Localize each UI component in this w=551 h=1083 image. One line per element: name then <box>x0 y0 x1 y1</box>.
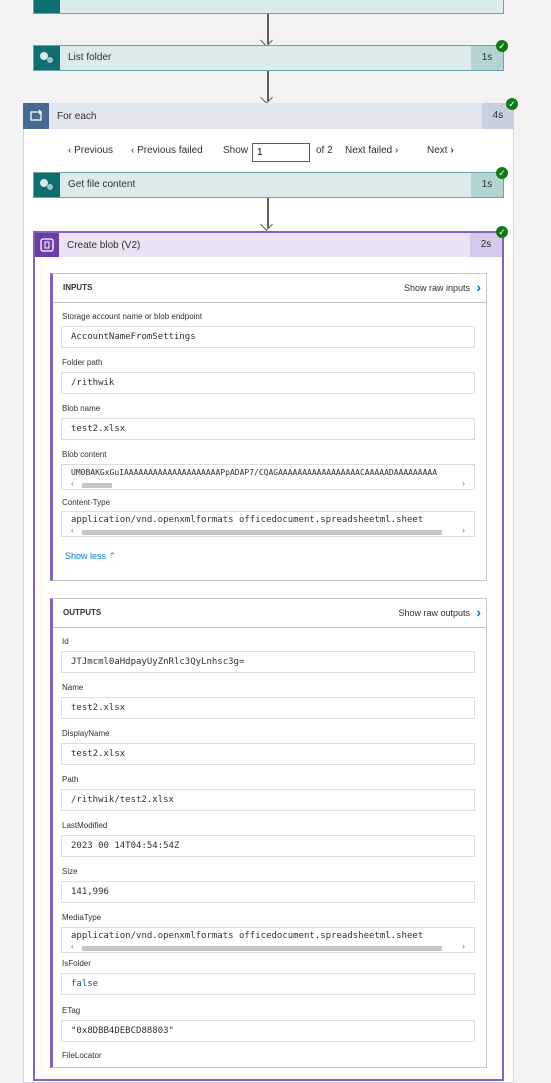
field-value[interactable]: "0x8DBB4DEBCD88803" <box>61 1020 475 1042</box>
field-label: Content-Type <box>62 498 111 507</box>
field-value-scrollable[interactable]: application/vnd.openxmlformats officedoc… <box>61 927 475 953</box>
chevron-right-icon[interactable]: › <box>476 279 481 295</box>
field-label: Folder path <box>62 358 103 367</box>
show-label: Show <box>223 145 249 156</box>
field-value[interactable]: test2.xlsx <box>61 743 475 765</box>
flow-arrow <box>260 14 274 47</box>
next-button[interactable]: Next › <box>427 145 454 156</box>
field-label: DisplayName <box>62 729 110 738</box>
blob-storage-icon <box>35 233 59 257</box>
loop-icon <box>23 103 49 129</box>
field-value[interactable]: AccountNameFromSettings <box>61 326 475 348</box>
field-value-scrollable[interactable]: application/vnd.openxmlformats officedoc… <box>61 511 475 537</box>
sharepoint-icon <box>34 173 60 197</box>
field-label: ETag <box>62 1006 81 1015</box>
inputs-header: INPUTS Show raw inputs › <box>53 274 486 303</box>
previous-step-card[interactable] <box>33 0 504 14</box>
iteration-input[interactable] <box>252 143 310 162</box>
for-each-header[interactable]: For each 4s <box>23 103 514 129</box>
field-label: Blob name <box>62 404 101 413</box>
flow-arrow <box>260 71 274 104</box>
field-label: Size <box>62 867 78 876</box>
chevron-up-icon: ⌃ <box>108 551 117 561</box>
previous-button[interactable]: ‹ Previous <box>68 145 113 156</box>
chevron-right-icon[interactable]: › <box>461 526 466 535</box>
check-icon: ✓ <box>496 40 508 52</box>
step-title: For each <box>57 111 97 122</box>
chevron-right-icon[interactable]: › <box>461 479 466 488</box>
field-label: IsFolder <box>62 959 91 968</box>
chevron-left-icon[interactable]: ‹ <box>70 479 75 488</box>
chevron-left-icon[interactable]: ‹ <box>70 526 75 535</box>
chevron-right-icon: › <box>392 145 399 156</box>
field-value-scrollable[interactable]: UM0BAKGxGuIAAAAAAAAAAAAAAAAAAAAPpADAP7/C… <box>61 464 475 490</box>
horizontal-scrollbar[interactable]: ‹ › <box>62 526 474 536</box>
step-title: Get file content <box>68 179 136 190</box>
of-total-label: of 2 <box>316 145 333 156</box>
field-value[interactable]: 2023 00 14T04:54:54Z <box>61 835 475 857</box>
get-file-content-step[interactable]: Get file content 1s <box>33 172 504 198</box>
chevron-left-icon[interactable]: ‹ <box>70 942 75 951</box>
field-label: Blob content <box>62 450 107 459</box>
show-raw-inputs-link[interactable]: Show raw inputs <box>404 283 470 293</box>
field-label: MediaType <box>62 913 102 922</box>
field-label: LastModified <box>62 821 108 830</box>
show-less-link[interactable]: Show less ⌃ <box>65 551 116 562</box>
create-blob-header[interactable]: Create blob (V2) 2s <box>35 233 502 257</box>
chevron-right-icon: › <box>447 145 454 156</box>
step-title: Create blob (V2) <box>67 240 141 251</box>
field-value[interactable]: /rithwik <box>61 372 475 394</box>
previous-failed-button[interactable]: ‹ Previous failed <box>131 145 203 156</box>
field-value: UM0BAKGxGuIAAAAAAAAAAAAAAAAAAAAPpADAP7/C… <box>71 468 438 477</box>
field-label: Name <box>62 683 84 692</box>
horizontal-scrollbar[interactable]: ‹ › <box>62 942 474 952</box>
field-label: Id <box>62 637 69 646</box>
field-value[interactable]: 141,996 <box>61 881 475 903</box>
check-icon: ✓ <box>506 98 518 110</box>
sharepoint-icon <box>34 46 60 70</box>
list-folder-step[interactable]: List folder 1s <box>33 45 504 71</box>
field-value[interactable]: test2.xlsx <box>61 697 475 719</box>
field-label: Storage account name or blob endpoint <box>62 312 203 321</box>
field-value[interactable]: false <box>61 973 475 995</box>
chevron-right-icon[interactable]: › <box>461 942 466 951</box>
check-icon: ✓ <box>496 167 508 179</box>
field-value[interactable]: JTJmcml0aHdpayUyZnRlc3QyLnhsc3g= <box>61 651 475 673</box>
field-label: Path <box>62 775 79 784</box>
field-value: application/vnd.openxmlformats officedoc… <box>71 931 424 941</box>
field-value[interactable]: test2.xlsx <box>61 418 475 440</box>
chevron-right-icon[interactable]: › <box>476 604 481 620</box>
step-title: List folder <box>68 52 112 63</box>
outputs-header: OUTPUTS Show raw outputs › <box>53 599 486 628</box>
check-icon: ✓ <box>496 226 508 238</box>
field-label: FileLocator <box>62 1051 102 1060</box>
show-raw-outputs-link[interactable]: Show raw outputs <box>398 608 470 618</box>
field-value: application/vnd.openxmlformats officedoc… <box>71 515 424 525</box>
flow-arrow <box>260 198 274 231</box>
horizontal-scrollbar[interactable]: ‹ › <box>62 479 474 489</box>
field-value[interactable]: /rithwik/test2.xlsx <box>61 789 475 811</box>
next-failed-button[interactable]: Next failed › <box>345 145 398 156</box>
